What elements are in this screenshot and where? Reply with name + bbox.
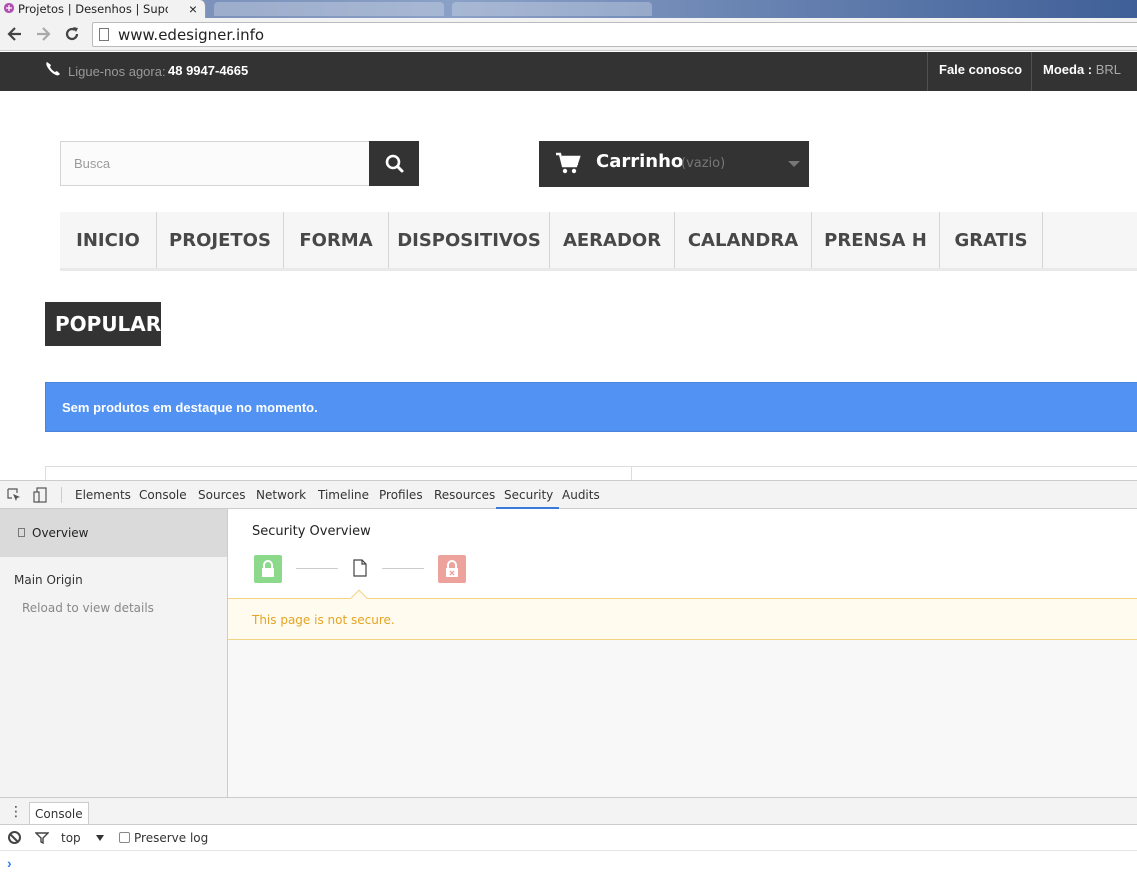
popular-heading: POPULAR: [45, 302, 161, 346]
main-menu: INICIO PROJETOS FORMA DISPOSITIVOS AERAD…: [60, 212, 1137, 271]
menu-item-aerador[interactable]: AERADOR: [550, 212, 675, 268]
back-arrow-icon[interactable]: [5, 24, 25, 44]
drawer-menu-icon[interactable]: ⋮: [9, 804, 23, 820]
currency-selector[interactable]: Moeda : BRL: [1031, 52, 1137, 91]
menu-item-inicio[interactable]: INICIO: [60, 212, 157, 268]
tab-security[interactable]: Security: [496, 481, 560, 509]
clear-console-icon[interactable]: [8, 831, 21, 844]
console-toolbar: top Preserve log: [0, 825, 1137, 851]
security-title: Security Overview: [252, 524, 371, 539]
search-icon: [385, 154, 404, 173]
document-icon: [353, 559, 367, 577]
phone-icon: [46, 62, 60, 76]
currency-value: BRL: [1095, 62, 1122, 77]
inspect-element-icon[interactable]: [7, 488, 21, 502]
menu-item-gratis[interactable]: GRATIS: [940, 212, 1043, 268]
search-button[interactable]: [369, 141, 419, 186]
cart-button[interactable]: Carrinho (vazio): [539, 141, 809, 187]
tab-close-icon[interactable]: ×: [189, 0, 197, 18]
tab-elements[interactable]: Elements: [75, 481, 131, 509]
sidebar-item-overview[interactable]: Overview: [0, 509, 227, 557]
device-mode-icon[interactable]: [33, 487, 47, 503]
preserve-log-label: Preserve log: [134, 831, 209, 845]
background-tab[interactable]: [214, 2, 444, 16]
page-icon: [18, 528, 25, 537]
security-warning: This page is not secure.: [228, 589, 1137, 640]
tab-console[interactable]: Console: [139, 481, 187, 509]
console-drawer-bar: ⋮ Console: [0, 797, 1137, 825]
sidebar-item-label: Overview: [32, 526, 89, 540]
devtools-panel: Elements Console Sources Network Timelin…: [0, 480, 1137, 881]
console-prompt[interactable]: ›: [7, 855, 12, 871]
search-input[interactable]: [60, 141, 370, 186]
content-divider: [631, 467, 632, 481]
menu-item-prensa-h[interactable]: PRENSA H: [812, 212, 940, 268]
toolbar-divider: [61, 487, 62, 503]
browser-toolbar: www.edesigner.info: [0, 18, 1137, 51]
cart-icon: [556, 152, 581, 174]
drawer-tab-console[interactable]: Console: [29, 802, 89, 824]
security-main: Security Overview This page is not secur…: [228, 509, 1137, 797]
reload-icon[interactable]: [62, 24, 82, 44]
active-tab[interactable]: Projetos | Desenhos | Supo ×: [0, 0, 206, 18]
menu-item-projetos[interactable]: PROJETOS: [157, 212, 284, 268]
currency-label: Moeda :: [1043, 62, 1093, 77]
filter-icon[interactable]: [35, 832, 49, 844]
content-area: [45, 466, 1137, 481]
phone-number: 48 9947-4665: [168, 63, 249, 78]
menu-item-forma[interactable]: FORMA: [284, 212, 389, 268]
background-tab[interactable]: [452, 2, 652, 16]
tab-audits[interactable]: Audits: [562, 481, 600, 509]
security-sidebar: Overview Main Origin Reload to view deta…: [0, 509, 228, 797]
menu-item-dispositivos[interactable]: DISPOSITIVOS: [389, 212, 550, 268]
connector-line: [382, 568, 424, 569]
preserve-log-checkbox[interactable]: [119, 832, 130, 843]
phone-label: Ligue-nos agora:: [68, 64, 166, 79]
forward-arrow-icon[interactable]: [33, 24, 53, 44]
connector-line: [296, 568, 338, 569]
active-tab-title: Projetos | Desenhos | Supo: [18, 2, 168, 16]
security-warning-text: This page is not secure.: [252, 613, 395, 627]
reload-hint: Reload to view details: [22, 601, 154, 615]
menu-item-calandra[interactable]: CALANDRA: [675, 212, 812, 268]
browser-tabstrip: Projetos | Desenhos | Supo ×: [0, 0, 1137, 18]
page-icon: [99, 28, 109, 41]
caret-down-icon: [788, 161, 800, 167]
tab-network[interactable]: Network: [256, 481, 306, 509]
cart-status: (vazio): [681, 156, 726, 171]
contact-link[interactable]: Fale conosco: [927, 52, 1032, 91]
devtools-tabbar: Elements Console Sources Network Timelin…: [0, 481, 1137, 509]
no-products-alert: Sem produtos em destaque no momento.: [45, 382, 1137, 432]
secure-lock-icon: [254, 555, 282, 583]
address-bar[interactable]: www.edesigner.info: [92, 22, 1137, 47]
site-topbar: Ligue-nos agora: 48 9947-4665 Fale conos…: [0, 52, 1137, 91]
tab-profiles[interactable]: Profiles: [379, 481, 423, 509]
tab-timeline[interactable]: Timeline: [318, 481, 369, 509]
security-summary: Security Overview: [228, 509, 1137, 598]
caret-down-icon[interactable]: [96, 835, 104, 841]
tab-resources[interactable]: Resources: [434, 481, 495, 509]
cart-title: Carrinho: [596, 151, 684, 172]
site-favicon-icon: [4, 3, 14, 13]
insecure-lock-icon: [438, 555, 466, 583]
main-origin-heading: Main Origin: [14, 573, 83, 587]
address-url: www.edesigner.info: [118, 26, 265, 44]
tab-sources[interactable]: Sources: [198, 481, 245, 509]
context-select[interactable]: top: [61, 831, 81, 845]
